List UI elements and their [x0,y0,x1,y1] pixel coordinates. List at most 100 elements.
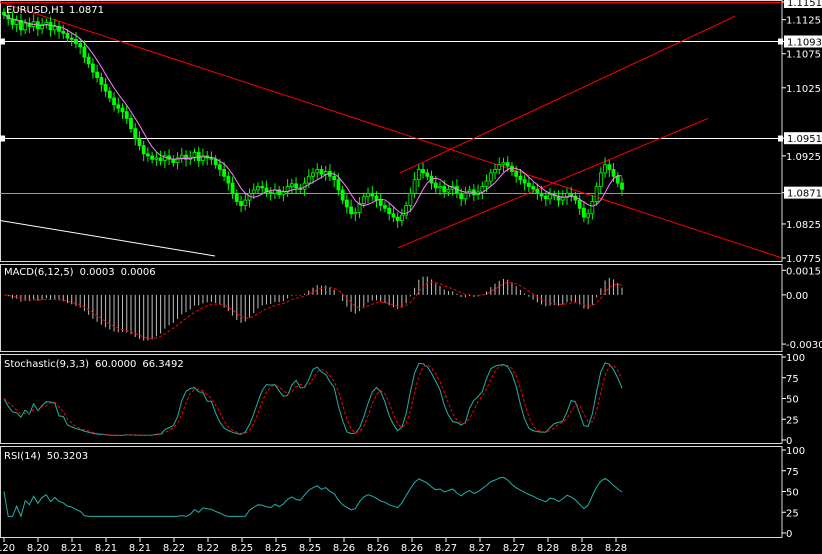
time-tick-label: 8.26 [367,543,389,554]
candle-body [133,128,138,140]
candle-body [383,205,387,209]
time-tick-label: 8.27 [503,543,525,554]
price-tick-label: 1.1125 [786,16,821,27]
candle-body [239,201,243,206]
candle-body [361,196,366,204]
candle-body [65,32,70,39]
time-tick-label: 8.26 [401,543,423,554]
candle-body [99,77,104,85]
candle-body [484,180,489,187]
candle-body [543,195,548,200]
candle-body [615,175,620,184]
candle-body [535,188,540,194]
time-tick-label: 8.21 [61,543,83,554]
candle-body [344,199,349,208]
candle-body [425,172,430,177]
candle-body [158,157,163,162]
candle-body [463,192,468,200]
macd-title: MACD(6,12,5) 0.0003 0.0006 [4,267,156,278]
candle-body [399,214,404,221]
candle-body [497,164,502,170]
candle-body [603,164,607,174]
candle-body [391,213,396,218]
time-tick-label: 8.26 [333,543,355,554]
candle-body [209,157,214,160]
time-tick-label: 8.20 [27,543,49,554]
candle-body [480,186,485,193]
level-handle-left[interactable] [0,135,5,142]
candle-body [150,155,155,160]
price-tick-label: 1.1075 [786,50,821,61]
candle-body [442,186,447,193]
time-tick-label: 8.28 [537,543,559,554]
candle-body [488,172,493,182]
candle-body [82,46,87,58]
candle-body [226,175,231,184]
candle-body [611,169,616,177]
level-handle-left[interactable] [0,38,5,45]
time-tick-label: 8.25 [299,543,321,554]
candle-body [251,189,256,194]
candle-body [387,207,392,215]
candle-body [86,56,91,65]
candle-body [569,192,574,197]
candle-body [230,182,235,194]
macd-tick-label: 0.00 [786,291,808,302]
candle-body [319,169,324,175]
candle-body [526,182,531,187]
candle-body [61,30,66,34]
candle-body [179,154,184,159]
candle-body [112,97,116,106]
candle-body [90,63,95,73]
price-label: 1.0871 [787,189,822,200]
candle-body [582,207,586,218]
stochastic-tick-label: 75 [786,374,799,385]
stochastic-tick-label: 50 [786,395,799,406]
rsi-tick-label: 0 [786,529,792,540]
stochastic-tick-label: 25 [786,415,799,426]
candle-body [446,188,451,193]
candle-body [289,183,294,187]
candle-body [349,206,353,215]
candle-body [433,182,438,189]
stochastic-tick-label: 100 [786,353,805,364]
candle-body [395,216,400,221]
price-tick-label: 1.0775 [786,254,821,265]
price-axis: 1.1151 1.1125 1.1093 1.1075 1.1025 1.0951 1.09… [782,0,822,265]
candle-body [459,192,464,200]
candle-body [243,199,248,206]
candle-body [531,186,536,190]
candle-body [548,194,552,200]
time-tick-label: 8.25 [265,543,287,554]
candle-body [594,186,599,202]
candle-body [213,158,218,166]
candle-body [120,107,125,113]
candle-body [577,199,582,209]
candle-body [366,192,370,198]
trading-chart[interactable]: 1.1151 1.1125 1.1093 1.1075 1.1025 1.0951 1.09… [0,0,822,554]
price-title: EURUSD,H1 1.0871 [6,5,104,16]
price-label: 1.1093 [787,37,822,48]
macd-tick-label: -0.0030 [786,340,822,351]
candle-body [370,192,375,197]
time-tick-label: 8.27 [435,543,457,554]
rsi-tick-label: 50 [786,488,799,499]
candle-body [217,164,222,170]
price-tick-label: 1.1025 [786,84,821,95]
candle-body [374,195,379,201]
candle-body [146,153,150,157]
candle-body [560,197,565,201]
price-tick-label: 1.0925 [786,152,821,163]
candle-body [514,171,519,177]
candle-body [69,37,74,40]
candle-body [192,152,197,158]
candle-body [74,39,78,44]
candle-body [332,175,337,181]
rsi-title: RSI(14) 50.3203 [4,451,88,462]
candle-body [590,201,595,215]
candle-body [294,183,298,189]
candle-body [412,179,417,194]
candle-body [281,191,286,196]
price-label: 1.1151 [787,0,822,9]
time-tick-label: 8.28 [605,543,627,554]
